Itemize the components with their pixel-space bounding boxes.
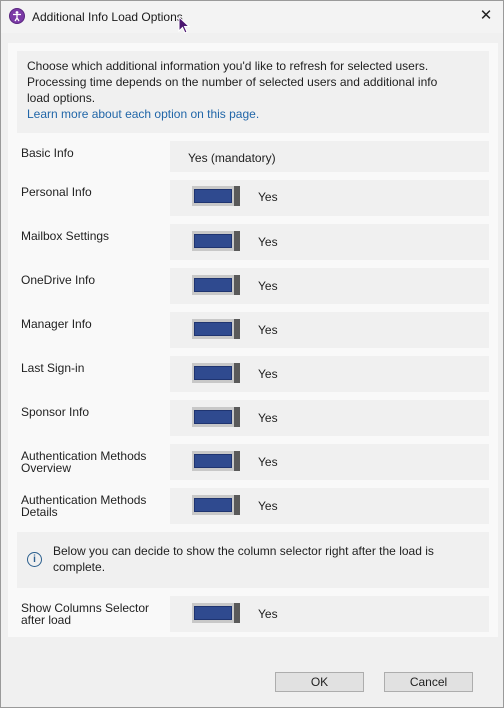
mailbox-settings-value: Yes — [258, 235, 278, 249]
columns-selector-toggle[interactable] — [192, 603, 240, 623]
last-signin-value: Yes — [258, 367, 278, 381]
personal-info-label: Personal Info — [21, 185, 92, 199]
title-bar[interactable]: Additional Info Load Options ✕ — [1, 1, 503, 33]
intro-box: Choose which additional information you'… — [17, 51, 489, 133]
last-signin-label: Last Sign-in — [21, 361, 85, 375]
manager-info-field: Yes — [170, 312, 489, 348]
sponsor-info-label: Sponsor Info — [21, 405, 90, 419]
onedrive-info-value: Yes — [258, 279, 278, 293]
auth-overview-field: Yes — [170, 444, 489, 480]
onedrive-info-field: Yes — [170, 268, 489, 304]
learn-more-link[interactable]: Learn more about each option on this pag… — [27, 106, 479, 122]
sponsor-info-toggle[interactable] — [192, 407, 240, 427]
info-text: Below you can decide to show the column … — [53, 543, 473, 575]
onedrive-info-toggle[interactable] — [192, 275, 240, 295]
mailbox-settings-field: Yes — [170, 224, 489, 260]
mailbox-settings-label: Mailbox Settings — [21, 229, 110, 243]
options-panel: Choose which additional information you'… — [8, 43, 498, 637]
intro-text-line2: Processing time depends on the number of… — [27, 75, 438, 89]
mouse-cursor-icon — [178, 15, 191, 37]
info-icon: i — [27, 552, 42, 567]
sponsor-info-field: Yes — [170, 400, 489, 436]
manager-info-toggle[interactable] — [192, 319, 240, 339]
manager-info-value: Yes — [258, 323, 278, 337]
sponsor-info-value: Yes — [258, 411, 278, 425]
info-text-line1: Below you can decide to show the column … — [53, 544, 434, 558]
personal-info-field: Yes — [170, 180, 489, 216]
basic-info-value: Yes (mandatory) — [188, 151, 276, 165]
info-box: i Below you can decide to show the colum… — [17, 532, 489, 588]
mailbox-settings-toggle[interactable] — [192, 231, 240, 251]
close-button[interactable]: ✕ — [469, 1, 503, 31]
auth-overview-label-line2: Overview — [21, 461, 72, 475]
auth-overview-label: Authentication Methods Overview — [21, 450, 161, 474]
window-title: Additional Info Load Options — [32, 10, 183, 24]
columns-selector-label-line2: after load — [21, 613, 72, 627]
last-signin-toggle[interactable] — [192, 363, 240, 383]
close-icon: ✕ — [479, 7, 493, 24]
intro-text-line1: Choose which additional information you'… — [27, 59, 429, 73]
columns-selector-value: Yes — [258, 607, 278, 621]
info-text-line2: complete. — [53, 560, 106, 574]
auth-overview-toggle[interactable] — [192, 451, 240, 471]
manager-info-label: Manager Info — [21, 317, 92, 331]
auth-details-label-line2: Details — [21, 505, 58, 519]
columns-selector-label: Show Columns Selector after load — [21, 602, 161, 626]
cancel-button[interactable]: Cancel — [384, 672, 473, 692]
ok-button[interactable]: OK — [275, 672, 364, 692]
auth-details-field: Yes — [170, 488, 489, 524]
basic-info-label: Basic Info — [21, 146, 74, 160]
dialog-window: Additional Info Load Options ✕ Choose wh… — [0, 0, 504, 708]
accessibility-icon — [9, 8, 25, 24]
basic-info-field: Yes (mandatory) — [170, 141, 489, 172]
personal-info-value: Yes — [258, 190, 278, 204]
intro-text-line3: load options. — [27, 91, 96, 105]
auth-details-value: Yes — [258, 499, 278, 513]
personal-info-toggle[interactable] — [192, 186, 240, 206]
onedrive-info-label: OneDrive Info — [21, 273, 96, 287]
last-signin-field: Yes — [170, 356, 489, 392]
columns-selector-field: Yes — [170, 596, 489, 632]
auth-details-toggle[interactable] — [192, 495, 240, 515]
auth-overview-value: Yes — [258, 455, 278, 469]
auth-details-label: Authentication Methods Details — [21, 494, 161, 518]
